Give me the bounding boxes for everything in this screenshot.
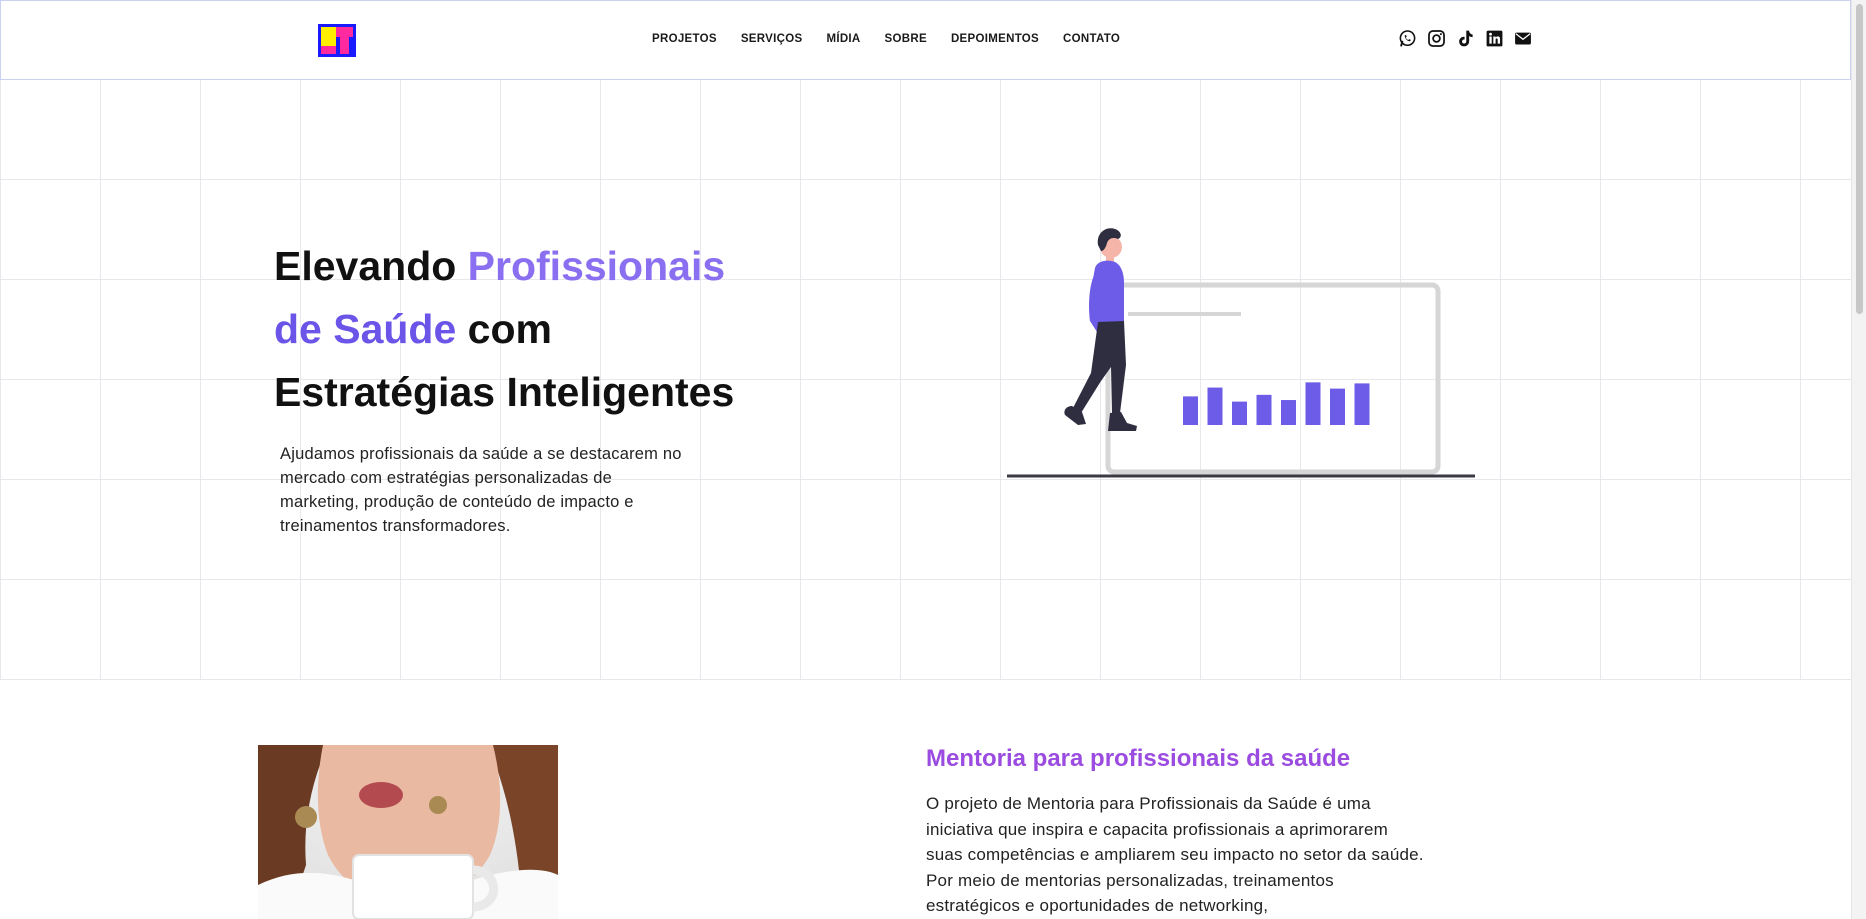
hero-illustration (1003, 225, 1483, 485)
nav-depoimentos[interactable]: DEPOIMENTOS (951, 33, 1039, 45)
hero-title: Elevando Profissionais de Saúde com Estr… (274, 235, 794, 424)
nav-contato[interactable]: CONTATO (1063, 33, 1120, 45)
tiktok-icon[interactable] (1455, 28, 1475, 48)
hero-title-part3: Estratégias Inteligentes (274, 369, 735, 415)
illustration-bar (1183, 396, 1198, 425)
nav-projetos[interactable]: PROJETOS (652, 33, 717, 45)
mentor-photo (258, 745, 558, 919)
mentoria-title: Mentoria para profissionais da saúde (926, 745, 1351, 772)
nav-sobre[interactable]: SOBRE (885, 33, 927, 45)
page-scrollbar[interactable] (1851, 0, 1866, 919)
whatsapp-icon[interactable] (1397, 28, 1417, 48)
hero-section: Elevando Profissionais de Saúde com Estr… (0, 80, 1851, 680)
hero-title-part1: Elevando (274, 243, 468, 289)
hero-title-part2: com (456, 306, 552, 352)
linkedin-icon[interactable] (1484, 28, 1504, 48)
mentoria-text: O projeto de Mentoria para Profissionais… (926, 794, 1424, 915)
illustration-bar (1354, 383, 1370, 425)
illustration-bar (1305, 382, 1321, 425)
logo[interactable] (318, 24, 356, 57)
illustration-bar (1281, 400, 1296, 425)
main-nav: PROJETOS SERVIÇOS MÍDIA SOBRE DEPOIMENTO… (652, 33, 1120, 45)
hero-title-highlight1: Profissionais (467, 243, 726, 289)
hero-title-highlight2: de Saúde (274, 306, 457, 352)
email-icon[interactable] (1513, 28, 1533, 48)
scrollbar-thumb[interactable] (1856, 4, 1863, 314)
illustration-bar (1232, 401, 1247, 425)
illustration-bar (1330, 388, 1345, 425)
social-links (1397, 28, 1533, 48)
illustration-bar (1207, 387, 1223, 425)
instagram-icon[interactable] (1426, 28, 1446, 48)
illustration-bar (1256, 394, 1272, 425)
bar-chart (1183, 382, 1370, 425)
nav-servicos[interactable]: SERVIÇOS (741, 33, 803, 45)
person-figure (1064, 228, 1137, 431)
nav-midia[interactable]: MÍDIA (826, 33, 860, 45)
site-header: PROJETOS SERVIÇOS MÍDIA SOBRE DEPOIMENTO… (0, 0, 1851, 80)
hero-description: Ajudamos profissionais da saúde a se des… (280, 445, 682, 535)
